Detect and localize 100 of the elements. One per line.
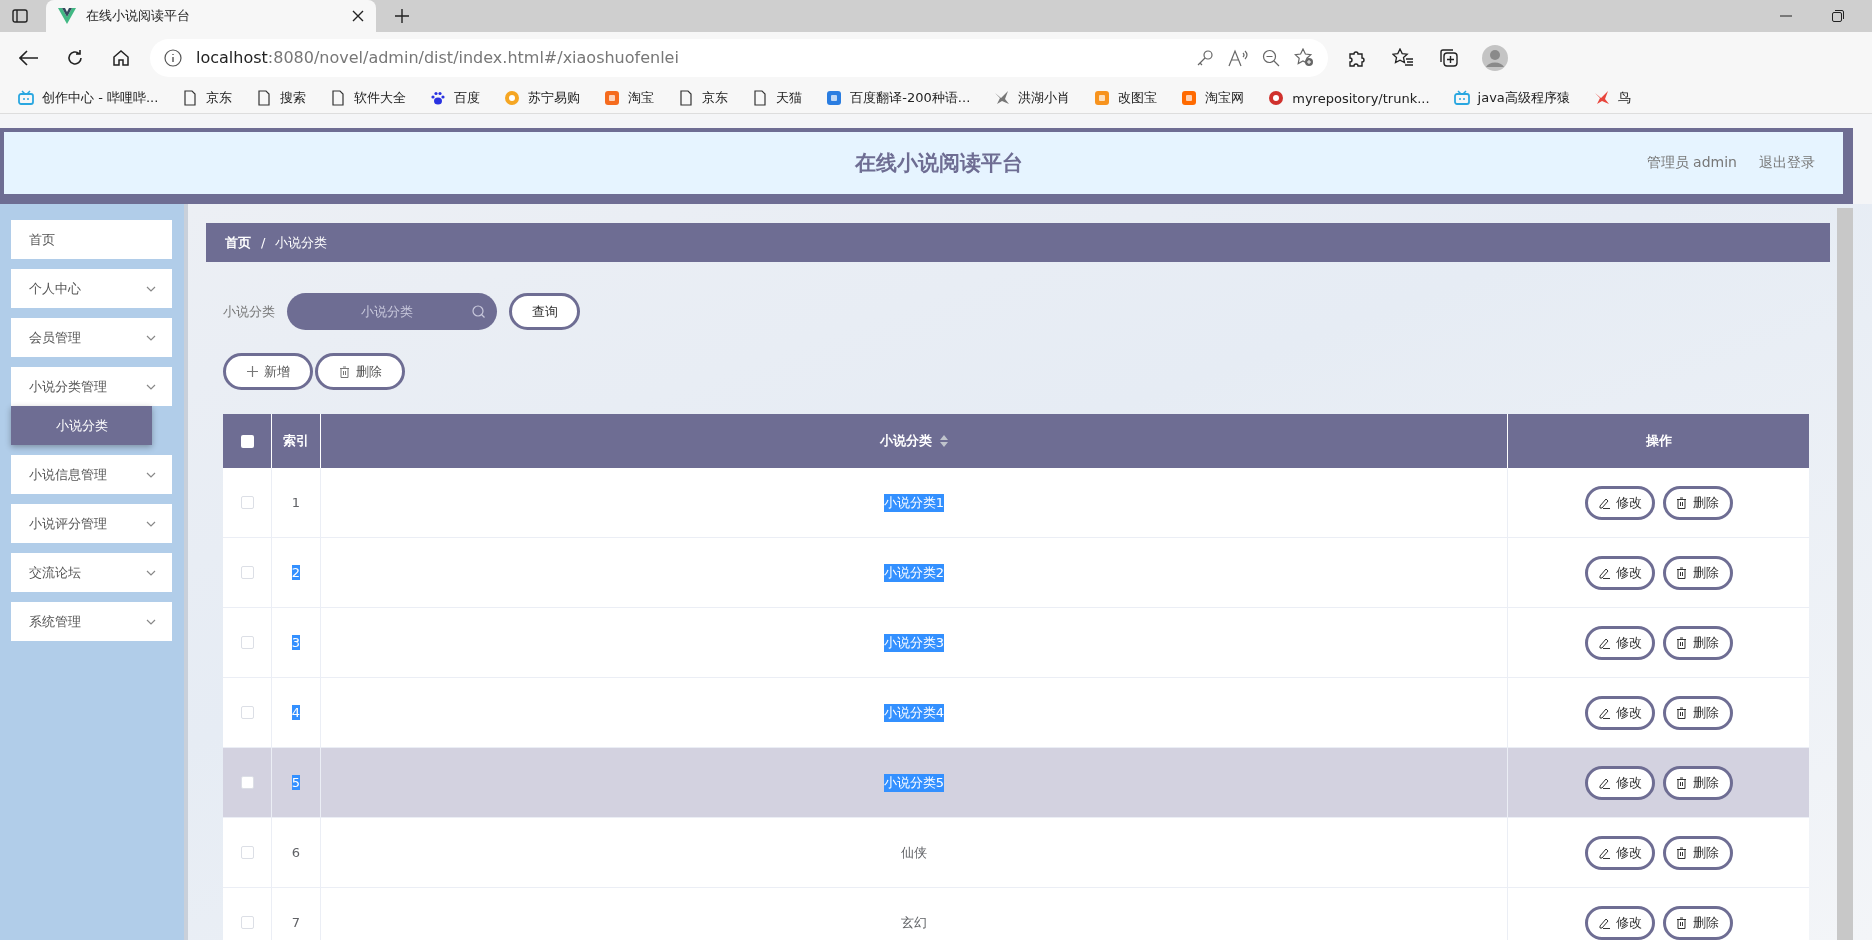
edit-button[interactable]: 修改 [1584,625,1655,660]
bookmark[interactable]: 苏宁易购 [494,85,591,111]
info-icon[interactable] [164,48,182,67]
breadcrumb-item[interactable]: 首页 [225,233,251,252]
add-button[interactable]: 新增 [223,353,313,390]
v-logo-icon [58,8,76,24]
bookmark[interactable]: 洪湖小肖 [984,85,1081,111]
pencil-icon [1597,706,1610,719]
table-row[interactable]: 6 仙侠 修改 删除 [223,818,1809,888]
select-all-checkbox[interactable] [240,434,254,448]
sidebar-item[interactable]: 个人中心 [11,269,172,308]
bookmark[interactable]: 京东 [172,85,243,111]
index-cell: 6 [291,845,301,860]
chevron-down-icon [146,285,156,292]
search-label: 小说分类 [223,302,275,321]
edit-button[interactable]: 修改 [1584,485,1655,520]
bookmark[interactable]: 百度 [420,85,491,111]
bookmark[interactable]: 淘宝网 [1171,85,1255,111]
edit-button[interactable]: 修改 [1584,695,1655,730]
sidebar-item[interactable]: 系统管理 [11,602,172,641]
edit-button[interactable]: 修改 [1584,765,1655,800]
browser-tab[interactable]: 在线小说阅读平台 [46,0,376,32]
scrollbar-track[interactable] [1837,208,1853,940]
close-icon[interactable] [352,10,364,22]
page-icon [256,90,273,106]
star-add-icon[interactable] [1294,48,1314,67]
search-icon [472,305,485,318]
bookmark[interactable]: 天猫 [742,85,813,111]
submenu-item[interactable]: 小说分类 [11,406,152,445]
bookmark[interactable]: 搜索 [246,85,317,111]
sidebar-item[interactable]: 小说评分管理 [11,504,172,543]
table-row[interactable]: 2 小说分类2 修改 删除 [223,538,1809,608]
column-header[interactable]: 小说分类 [880,432,932,450]
sidebar-item[interactable]: 首页 [11,220,172,259]
bookmark[interactable]: 京东 [668,85,739,111]
index-cell: 5 [291,775,301,790]
sidebar-item[interactable]: 小说信息管理 [11,455,172,494]
tab-title: 在线小说阅读平台 [86,7,191,25]
search-field[interactable]: 小说分类 [287,293,497,330]
breadcrumb-item[interactable]: 小说分类 [275,233,328,252]
edit-button[interactable]: 修改 [1584,555,1655,590]
delete-button[interactable]: 删除 [1662,555,1733,590]
category-cell: 小说分类2 [883,563,945,582]
sidebar-item[interactable]: 会员管理 [11,318,172,357]
table-row[interactable]: 7 玄幻 修改 删除 [223,888,1809,940]
zoom-out-icon[interactable] [1262,48,1280,67]
restore-icon[interactable] [1832,10,1844,22]
row-checkbox[interactable] [240,776,254,789]
delete-button[interactable]: 删除 [1662,765,1733,800]
bookmark[interactable]: 百度翻译-200种语... [816,85,981,111]
edit-button[interactable]: 修改 [1584,835,1655,870]
delete-button[interactable]: 删除 [1662,485,1733,520]
sidebar-item[interactable]: 交流论坛 [11,553,172,592]
table-row[interactable]: 3 小说分类3 修改 删除 [223,608,1809,678]
row-checkbox[interactable] [240,846,254,859]
index-cell: 7 [291,915,301,930]
delete-button[interactable]: 删除 [1662,695,1733,730]
row-checkbox[interactable] [240,496,254,509]
bookmark[interactable]: 创作中心 - 哔哩哔... [8,85,169,111]
chevron-down-icon [146,383,156,390]
trash-icon [1676,496,1687,509]
index-cell: 1 [291,495,301,510]
delete-button[interactable]: 删除 [1662,625,1733,660]
query-button[interactable]: 查询 [509,293,580,330]
bookmark[interactable]: 鸟 [1583,85,1641,111]
read-aloud-icon[interactable] [1228,48,1248,67]
index-cell: 4 [291,705,301,720]
table-row[interactable]: 1 小说分类1 修改 删除 [223,468,1809,538]
chevron-down-icon [146,334,156,341]
hovered-row[interactable]: 5 小说分类5 修改 删除 [223,748,1809,818]
pencil-icon [1597,566,1610,579]
sort-icon[interactable] [940,435,948,447]
row-checkbox[interactable] [240,706,254,719]
category-cell: 玄幻 [901,913,927,932]
bookmark[interactable]: java高级程序猿 [1443,85,1580,111]
trash-icon [1676,776,1687,789]
site-title: 在线小说阅读平台 [854,150,1025,177]
delete-button[interactable]: 删除 [315,353,405,390]
category-cell: 小说分类5 [883,773,945,792]
trash-icon [1676,846,1687,859]
trash-icon [1676,706,1687,719]
category-cell: 小说分类4 [883,703,945,722]
bookmark[interactable]: 软件大全 [320,85,417,111]
edit-button[interactable]: 修改 [1584,905,1655,940]
row-checkbox[interactable] [240,916,254,929]
bookmark[interactable]: 淘宝 [594,85,665,111]
sidebar-item[interactable]: 小说分类管理 [11,367,172,406]
trash-icon [1676,636,1687,649]
category-cell: 小说分类3 [883,633,945,652]
chevron-down-icon [146,471,156,478]
row-checkbox[interactable] [240,636,254,649]
delete-button[interactable]: 删除 [1662,835,1733,870]
bookmark[interactable]: myrepository/trunk... [1258,85,1440,111]
page-icon [330,90,347,106]
row-checkbox[interactable] [240,566,254,579]
bookmark[interactable]: 改图宝 [1084,85,1168,111]
key-icon[interactable] [1196,48,1214,67]
delete-button[interactable]: 删除 [1662,905,1733,940]
address-bar[interactable]: localhost:8080/novel/admin/dist/index.html#/xiaoshuofenlei [150,38,1328,77]
logout-link[interactable]: 退出登录 [1759,154,1815,172]
